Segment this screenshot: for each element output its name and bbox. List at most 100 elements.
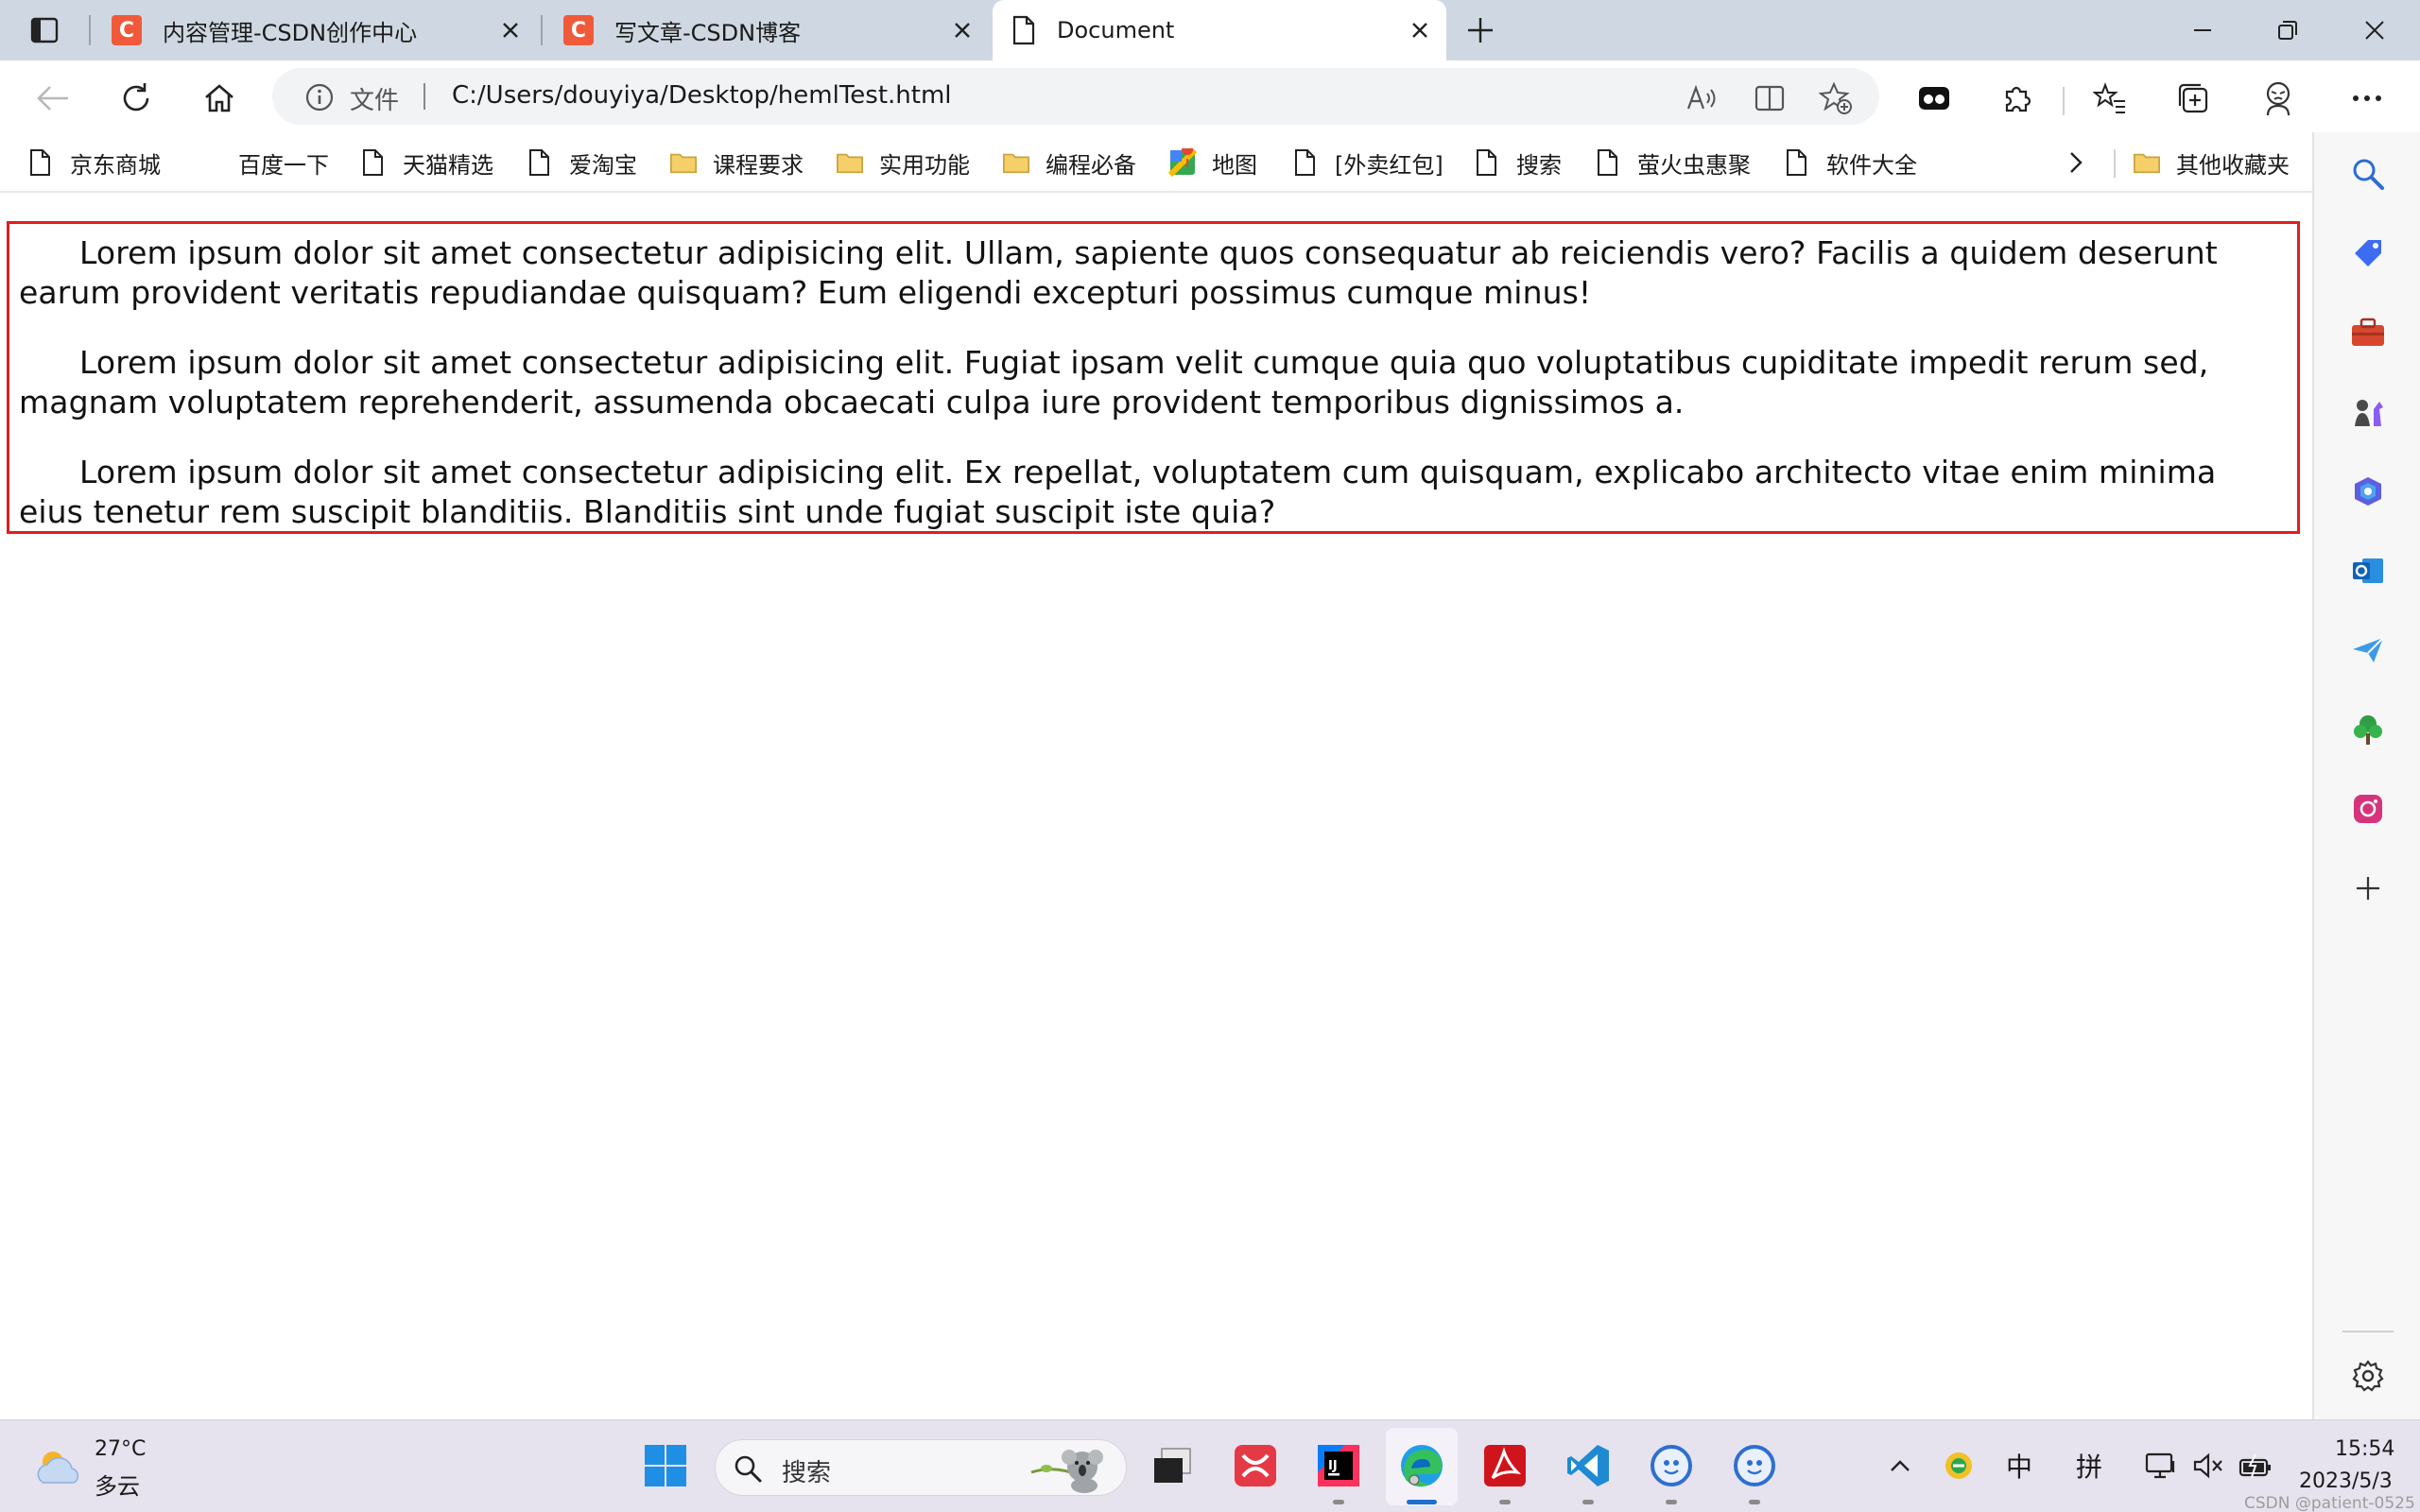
close-icon (503, 23, 518, 38)
collections-button[interactable] (2170, 77, 2216, 119)
plus-icon (2357, 877, 2379, 900)
bookmark-aitaobao[interactable]: 爱淘宝 (526, 144, 637, 181)
refresh-icon (123, 83, 149, 112)
tab-close-button[interactable] (495, 15, 526, 45)
partly-cloudy-icon (37, 1452, 79, 1484)
volume-button[interactable] (2189, 1445, 2227, 1486)
sidebar-search-button[interactable] (2345, 151, 2391, 197)
taskbar-intellij[interactable]: IJ (1314, 1441, 1363, 1490)
info-icon[interactable] (304, 82, 335, 112)
read-aloud-button[interactable] (1685, 81, 1719, 115)
ime-language-button[interactable]: 中 (1998, 1445, 2040, 1486)
close-icon (1412, 23, 1427, 38)
page-icon (1473, 146, 1501, 179)
tray-app-button[interactable] (1938, 1445, 1979, 1486)
bookmark-jd[interactable]: 京东商城 (26, 144, 161, 181)
volume-muted-icon (2193, 1452, 2222, 1479)
taskbar-edge[interactable] (1397, 1441, 1446, 1490)
new-tab-button[interactable] (1461, 11, 1499, 49)
sidebar-instagram-button[interactable] (2345, 786, 2391, 832)
watermark-text: CSDN @patient-0525 (2244, 1494, 2415, 1512)
favorites-list-icon (2093, 82, 2125, 113)
taskbar-xmind[interactable] (1231, 1441, 1280, 1490)
restore-icon (2278, 21, 2297, 40)
address-url[interactable]: C:/Users/douyiya/Desktop/hemlTest.html (452, 81, 952, 110)
tab-csdn-content[interactable]: C 内容管理-CSDN创作中心 (93, 0, 537, 60)
toolbar-divider (2063, 87, 2065, 115)
bookmark-label: 萤火虫惠聚 (1637, 151, 1751, 179)
address-bar[interactable]: 文件 C:/Users/douyiya/Desktop/hemlTest.htm… (272, 68, 1879, 125)
window-close-button[interactable] (2346, 8, 2403, 53)
add-favorite-button[interactable] (1819, 81, 1853, 115)
tab-close-button[interactable] (1405, 15, 1435, 45)
back-button[interactable] (30, 77, 76, 119)
tab-actions-button[interactable] (21, 13, 68, 47)
chat-app-icon (1734, 1445, 1775, 1486)
bookmark-map[interactable]: 地图 (1168, 144, 1257, 181)
bookmarks-divider (2114, 149, 2116, 178)
weather-description[interactable]: 多云 (95, 1468, 140, 1501)
tab-close-button[interactable] (947, 15, 977, 45)
refresh-button[interactable] (113, 77, 159, 119)
intellij-idea-icon: IJ (1318, 1445, 1359, 1486)
start-button[interactable] (641, 1441, 690, 1490)
sidebar-shopping-button[interactable] (2345, 231, 2391, 276)
extension-button[interactable] (1911, 77, 1957, 119)
split-screen-button[interactable] (1753, 81, 1787, 115)
sidebar-outlook-button[interactable] (2345, 548, 2391, 593)
bookmarks-overflow-button[interactable] (2066, 144, 2085, 181)
taskbar-app-circle-1[interactable] (1647, 1441, 1696, 1490)
minimize-button[interactable] (2174, 8, 2231, 53)
shopping-tag-icon (2355, 240, 2381, 266)
restore-button[interactable] (2259, 8, 2316, 53)
koala-illustration-icon (1030, 1450, 1103, 1493)
sidebar-games-button[interactable] (2345, 389, 2391, 435)
bookmark-folder-course[interactable]: 课程要求 (669, 144, 804, 181)
taskbar-app-circle-2[interactable] (1730, 1441, 1779, 1490)
bookmark-software[interactable]: 软件大全 (1783, 144, 1917, 181)
sidebar-settings-button[interactable] (2345, 1353, 2391, 1399)
tab-document[interactable]: Document (993, 0, 1446, 60)
bookmark-takeout[interactable]: [外卖红包] (1291, 144, 1443, 181)
bookmark-label: 软件大全 (1826, 151, 1917, 179)
taskbar-vscode[interactable] (1564, 1441, 1613, 1490)
bookmark-firefly[interactable]: 萤火虫惠聚 (1594, 144, 1751, 181)
clock-date[interactable]: 2023/5/3 (2299, 1469, 2393, 1493)
weather-temperature[interactable]: 27°C (95, 1437, 146, 1461)
settings-more-button[interactable] (2344, 77, 2390, 119)
tray-overflow-button[interactable] (1883, 1445, 1917, 1486)
sidebar-send-button[interactable] (2345, 627, 2391, 673)
address-divider (424, 83, 425, 110)
close-icon (2365, 21, 2384, 40)
bookmark-label: 其他收藏夹 (2176, 151, 2290, 179)
favorites-button[interactable] (2087, 77, 2133, 119)
running-indicator (1499, 1500, 1511, 1504)
clock-time[interactable]: 15:54 (2335, 1437, 2394, 1461)
vscode-icon (1567, 1445, 1609, 1486)
network-button[interactable] (2142, 1445, 2180, 1486)
ime-mode-button[interactable]: 拼 (2068, 1445, 2110, 1486)
bookmark-baidu[interactable]: 百度一下 (223, 144, 329, 181)
profile-button[interactable] (2256, 77, 2301, 119)
sidebar-tree-button[interactable] (2345, 707, 2391, 752)
taskbar-search-box[interactable]: 搜索 (715, 1439, 1127, 1496)
bookmark-tmall[interactable]: 天猫精选 (359, 144, 493, 181)
split-screen-icon (1754, 85, 1785, 112)
bookmark-folder-programming[interactable]: 编程必备 (1002, 144, 1136, 181)
sidebar-add-button[interactable] (2345, 866, 2391, 911)
sidebar-divider (2342, 1331, 2394, 1332)
sidebar-office-button[interactable] (2345, 469, 2391, 514)
tab-csdn-write[interactable]: C 写文章-CSDN博客 (544, 0, 989, 60)
battery-button[interactable] (2235, 1445, 2276, 1486)
bookmark-label: 爱淘宝 (569, 151, 637, 179)
collections-icon (2178, 83, 2208, 113)
bookmark-other-favorites[interactable]: 其他收藏夹 (2133, 144, 2290, 181)
read-aloud-icon (1686, 84, 1716, 110)
extensions-button[interactable] (1995, 77, 2040, 119)
bookmark-search[interactable]: 搜索 (1473, 144, 1562, 181)
bookmark-folder-tools[interactable]: 实用功能 (836, 144, 970, 181)
taskbar-acrobat[interactable] (1480, 1441, 1530, 1490)
sidebar-tools-button[interactable] (2345, 310, 2391, 355)
home-button[interactable] (197, 77, 242, 119)
taskbar-task-view[interactable] (1148, 1441, 1197, 1490)
